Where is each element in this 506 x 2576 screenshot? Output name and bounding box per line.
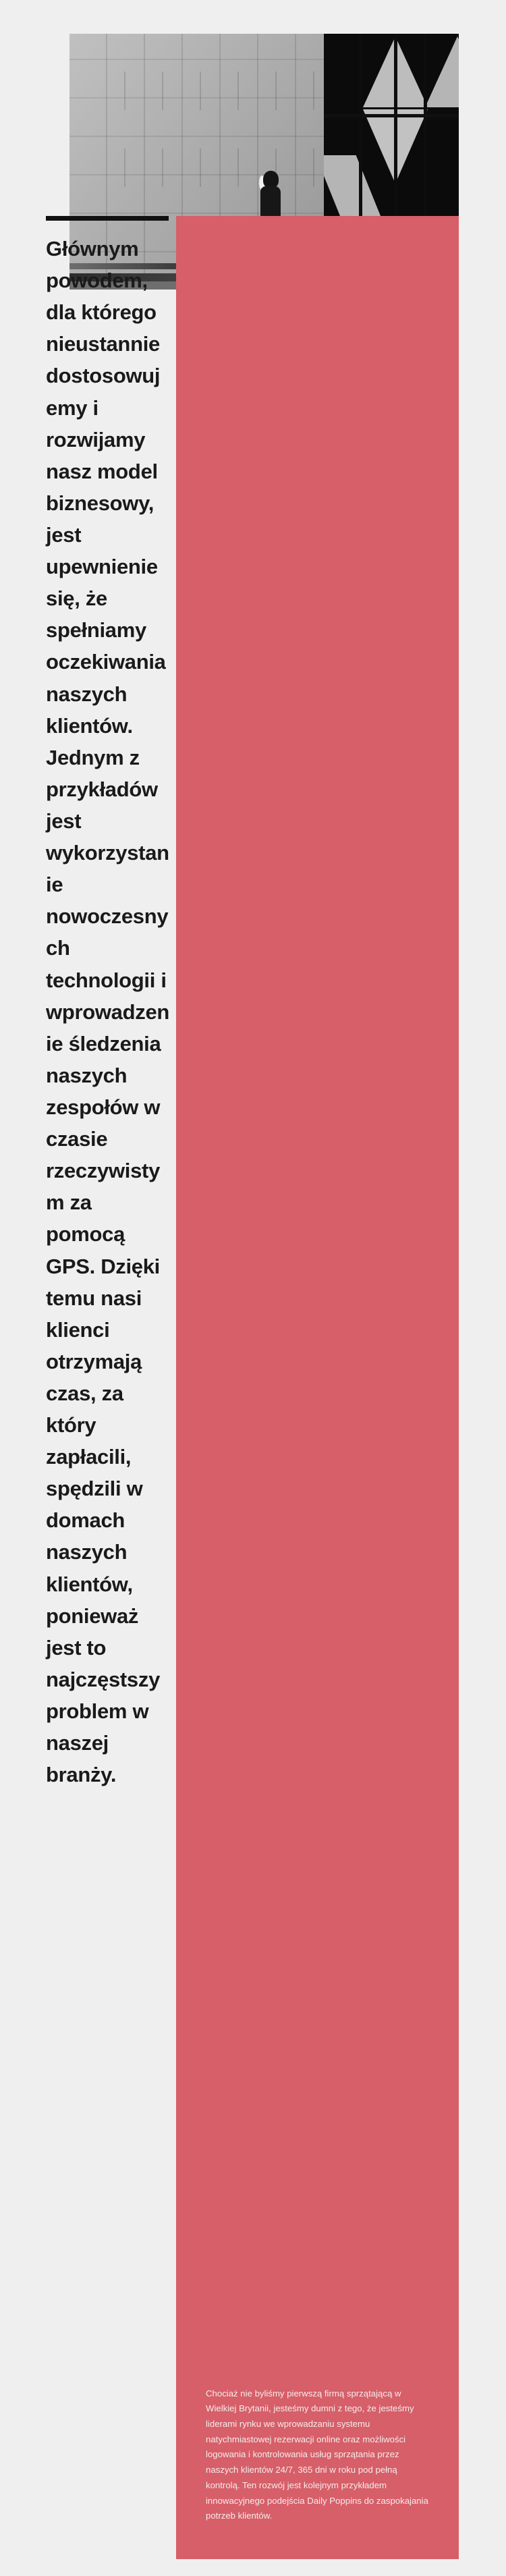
facade-triangle-top-right	[425, 36, 459, 107]
wall-seam-row-2	[88, 148, 344, 187]
accent-panel: Chociaż nie byliśmy pierwszą firmą sprzą…	[176, 216, 459, 2559]
headline-column: Głównym powodem, dla którego nieustannie…	[46, 216, 171, 1790]
facade-mullion-horizontal	[324, 114, 459, 117]
page-headline: Głównym powodem, dla którego nieustannie…	[46, 237, 170, 1787]
accent-panel-body-text: Chociaż nie byliśmy pierwszą firmą sprzą…	[206, 2388, 428, 2521]
wall-seam-row-1	[88, 72, 344, 110]
headline-divider-rule	[46, 216, 169, 221]
